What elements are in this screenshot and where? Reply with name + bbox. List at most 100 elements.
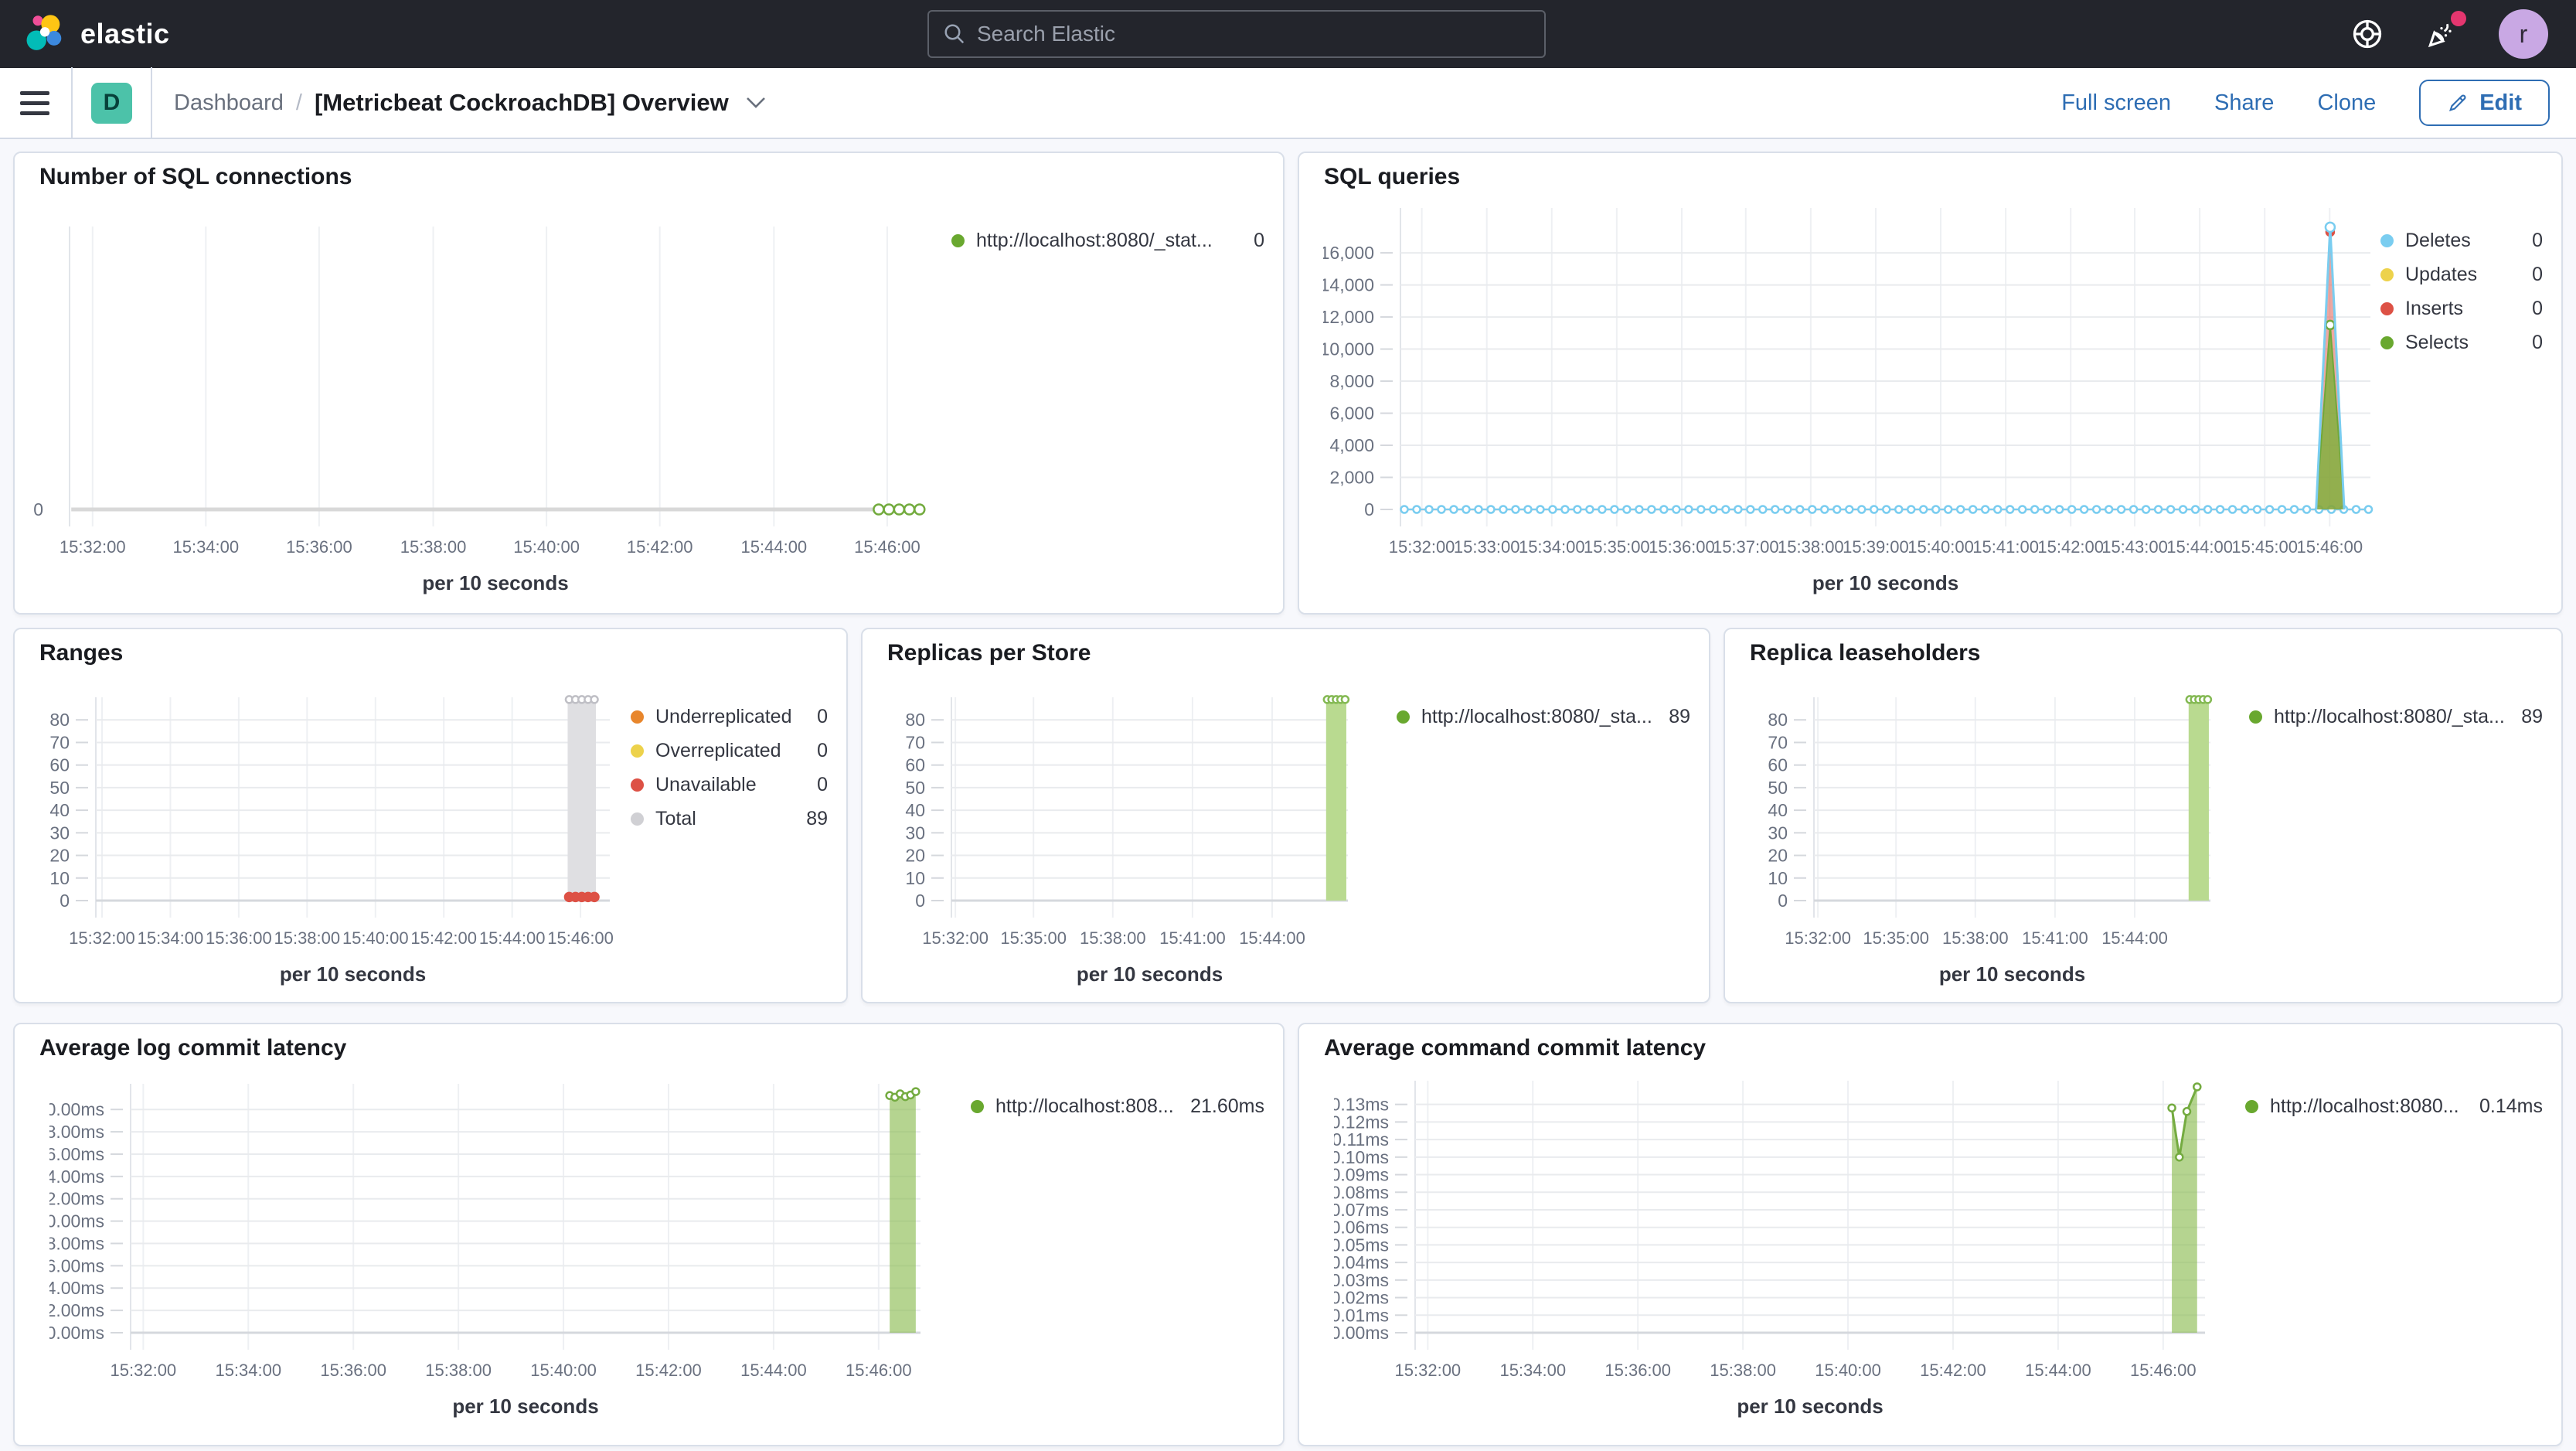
elastic-logo[interactable] <box>23 12 68 56</box>
help-icon[interactable] <box>2350 17 2384 51</box>
chart-replica-leaseholders: 0 10 20 30 40 50 60 70 80 15:32:00 15:35:00 15:38:0… <box>1768 686 2223 996</box>
legend-value: 0 <box>2532 229 2543 251</box>
svg-text:70: 70 <box>1768 732 1788 752</box>
svg-text:15:36:00: 15:36:00 <box>1649 537 1715 557</box>
legend-item[interactable]: http://localhost:808... 21.60ms <box>971 1095 1264 1117</box>
menu-icon[interactable] <box>20 85 49 121</box>
svg-text:15:36:00: 15:36:00 <box>1604 1361 1671 1380</box>
legend-item[interactable]: Deletes 0 <box>2380 230 2543 251</box>
svg-text:10.00ms: 10.00ms <box>49 1211 104 1231</box>
svg-text:15:44:00: 15:44:00 <box>2101 928 2168 948</box>
legend-item[interactable]: Inserts 0 <box>2380 298 2543 319</box>
svg-text:0.01ms: 0.01ms <box>1334 1305 1389 1325</box>
panel-title: Average log commit latency <box>39 1035 347 1061</box>
chart-sql-queries: 0 2,000 4,000 6,000 8,000 10,000 12,000 14,000 1… <box>1320 197 2383 605</box>
legend-swatch <box>2245 1099 2258 1113</box>
svg-text:30: 30 <box>905 823 925 843</box>
legend-item[interactable]: http://localhost:8080/_sta... 89 <box>1397 706 1690 727</box>
svg-text:0.00ms: 0.00ms <box>49 1323 104 1343</box>
svg-text:6,000: 6,000 <box>1329 404 1374 424</box>
legend-swatch <box>2380 336 2394 349</box>
svg-text:15:46:00: 15:46:00 <box>2130 1361 2197 1380</box>
panel-title: SQL queries <box>1324 164 1461 189</box>
svg-text:15:46:00: 15:46:00 <box>2296 537 2363 557</box>
svg-text:15:44:00: 15:44:00 <box>1239 928 1305 948</box>
svg-text:15:35:00: 15:35:00 <box>1000 928 1067 948</box>
svg-text:15:36:00: 15:36:00 <box>206 928 272 948</box>
legend-item[interactable]: http://localhost:8080/_stat... 0 <box>951 230 1264 251</box>
legend-label: Inserts <box>2405 297 2464 319</box>
space-badge[interactable]: D <box>91 82 132 124</box>
chart-canvas: 0 1020 30 4050 60 7080 15:32:00 15:35:00 15:38:0… <box>1768 695 2213 986</box>
user-avatar[interactable]: r <box>2499 9 2548 59</box>
legend-value: 0 <box>2532 263 2543 285</box>
legend-item[interactable]: http://localhost:8080... 0.14ms <box>2245 1095 2543 1117</box>
newsfeed-icon[interactable] <box>2425 11 2466 51</box>
dashboard-toolbar: D Dashboard / [Metricbeat CockroachDB] O… <box>0 67 2576 139</box>
svg-text:15:40:00: 15:40:00 <box>1815 1361 1881 1380</box>
svg-text:15:34:00: 15:34:00 <box>172 537 239 557</box>
page-title[interactable]: [Metricbeat CockroachDB] Overview <box>315 89 729 117</box>
svg-text:0.05ms: 0.05ms <box>1334 1235 1389 1255</box>
panel-replicas-per-store: Replicas per Store 0 10 20 30 40 50 60 70 80 15:3… <box>861 628 1710 1003</box>
search-placeholder: Search Elastic <box>977 22 1115 46</box>
chart-canvas: 0 1020 30 4050 60 7080 15:32:00 15:35:00 15:38:0… <box>905 695 1350 986</box>
svg-text:15:32:00: 15:32:00 <box>111 1361 177 1380</box>
legend-item[interactable]: http://localhost:8080/_sta... 89 <box>2249 706 2543 727</box>
legend-swatch <box>631 812 644 826</box>
svg-text:15:44:00: 15:44:00 <box>2166 537 2233 557</box>
legend-item[interactable]: Underreplicated 0 <box>631 706 828 727</box>
svg-text:15:45:00: 15:45:00 <box>2231 537 2298 557</box>
chart-canvas: 0 1020 30 4050 60 7080 15:32:00 15:34:00 15:36:0… <box>49 695 614 986</box>
legend-item[interactable]: Updates 0 <box>2380 264 2543 285</box>
chart-legend: http://localhost:8080/_sta... 89 <box>2249 706 2543 740</box>
divider <box>71 67 73 138</box>
chart-legend: http://localhost:8080... 0.14ms <box>2245 1095 2543 1129</box>
svg-text:15:38:00: 15:38:00 <box>1080 928 1146 948</box>
chart-avg-log-commit-latency: 0.00ms 2.00ms4.00ms6.00ms8.00ms10.00ms12.… <box>36 1073 933 1428</box>
svg-text:15:34:00: 15:34:00 <box>215 1361 281 1380</box>
panel-title: Number of SQL connections <box>39 164 352 189</box>
legend-label: Total <box>655 807 696 829</box>
legend-item[interactable]: Total 89 <box>631 808 828 829</box>
search-input[interactable]: Search Elastic <box>927 10 1546 58</box>
legend-label: Unavailable <box>655 773 757 795</box>
breadcrumb: Dashboard / [Metricbeat CockroachDB] Ove… <box>174 89 766 117</box>
svg-text:15:44:00: 15:44:00 <box>479 928 546 948</box>
legend-value: 89 <box>2521 705 2543 727</box>
svg-text:15:38:00: 15:38:00 <box>400 537 467 557</box>
svg-text:0: 0 <box>915 891 925 911</box>
legend-value: 0 <box>817 739 828 761</box>
legend-label: Updates <box>2405 263 2478 285</box>
svg-text:per 10 seconds: per 10 seconds <box>1939 962 2085 986</box>
legend-item[interactable]: Selects 0 <box>2380 332 2543 353</box>
full-screen-button[interactable]: Full screen <box>2061 90 2171 116</box>
chevron-down-icon[interactable] <box>746 97 766 109</box>
svg-text:20.00ms: 20.00ms <box>49 1099 104 1119</box>
svg-text:40: 40 <box>905 800 925 820</box>
svg-text:10: 10 <box>1768 868 1788 888</box>
svg-text:15:36:00: 15:36:00 <box>320 1361 386 1380</box>
svg-text:15:38:00: 15:38:00 <box>274 928 340 948</box>
edit-button[interactable]: Edit <box>2419 80 2550 126</box>
legend-item[interactable]: Overreplicated 0 <box>631 740 828 761</box>
svg-text:15:41:00: 15:41:00 <box>2022 928 2088 948</box>
svg-text:18.00ms: 18.00ms <box>49 1122 104 1142</box>
clone-button[interactable]: Clone <box>2317 90 2376 116</box>
svg-text:15:34:00: 15:34:00 <box>1519 537 1585 557</box>
svg-text:15:32:00: 15:32:00 <box>1389 537 1455 557</box>
chart-legend: Deletes 0 Updates 0 Inserts 0 Selects 0 <box>2380 230 2543 366</box>
life-ring-icon <box>2353 19 2382 49</box>
svg-text:70: 70 <box>905 732 925 752</box>
breadcrumb-dashboard[interactable]: Dashboard <box>174 90 284 116</box>
svg-text:15:39:00: 15:39:00 <box>1843 537 1909 557</box>
panel-ranges: Ranges 0 10 20 30 40 50 60 70 80 15:32:00 15:34:00… <box>13 628 848 1003</box>
svg-text:30: 30 <box>49 823 70 843</box>
legend-value: 0.14ms <box>2479 1095 2543 1117</box>
legend-value: 0 <box>1254 229 1264 251</box>
legend-swatch <box>1397 710 1410 724</box>
legend-label: http://localhost:8080/_sta... <box>2274 705 2505 727</box>
legend-item[interactable]: Unavailable 0 <box>631 774 828 795</box>
share-button[interactable]: Share <box>2214 90 2274 116</box>
chart-canvas: 0 2,000 4,000 6,000 8,000 10,000 12,000 14,000 1… <box>1320 208 2374 594</box>
